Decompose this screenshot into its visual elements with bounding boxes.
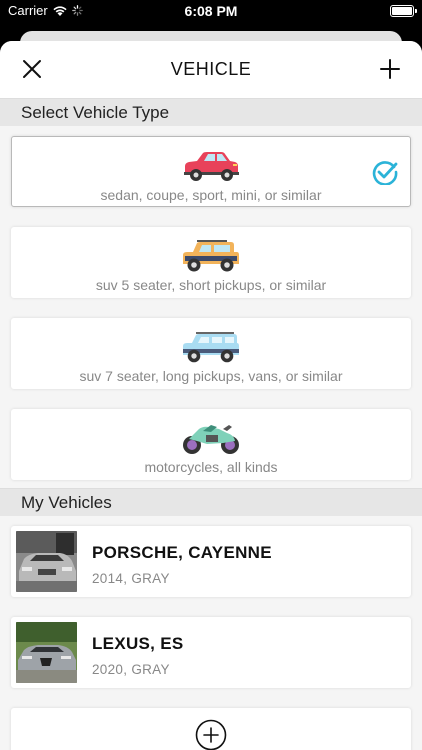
add-vehicle-button[interactable] [11,708,411,750]
page-title: VEHICLE [170,59,252,79]
battery-icon [390,5,417,17]
vehicle-type-suv-7-seater[interactable]: suv 7 seater, long pickups, vans, or sim… [11,318,411,389]
vehicle-type-list: sedan, coupe, sport, mini, or similar su… [0,126,422,480]
select-vehicle-type-header: Select Vehicle Type [0,98,422,126]
porsche-photo [16,531,77,592]
vehicle-type-label: motorcycles, all kinds [144,459,278,475]
vehicle-list-item[interactable]: PORSCHE, CAYENNE 2014, GRAY [11,526,411,597]
add-circle-icon [195,719,227,750]
vehicle-type-label: suv 7 seater, long pickups, vans, or sim… [79,368,343,384]
lexus-photo [16,622,77,683]
vehicle-name: LEXUS, ES [92,634,184,653]
suv-7-seater-icon [183,332,239,363]
checkmark-circle-icon [372,161,398,185]
sedan-icon [184,152,239,181]
vehicle-type-motorcycle[interactable]: motorcycles, all kinds [11,409,411,480]
vehicle-type-label: sedan, coupe, sport, mini, or similar [100,187,322,203]
vehicle-name: PORSCHE, CAYENNE [92,543,272,562]
vehicle-list-item[interactable]: LEXUS, ES 2020, GRAY [11,617,411,688]
status-bar: Carrier 6:08 PM [0,0,422,24]
vehicle-info: 2014, GRAY [92,571,170,586]
vehicle-type-label: suv 5 seater, short pickups, or similar [95,277,327,293]
vehicle-modal: VEHICLE Select Vehicle Type sedan, coupe… [0,41,422,750]
vehicle-info: 2020, GRAY [92,662,170,677]
plus-icon[interactable] [378,57,402,81]
vehicle-type-suv-5-seater[interactable]: suv 5 seater, short pickups, or similar [11,227,411,298]
status-time: 6:08 PM [184,3,238,19]
suv-5-seater-icon [183,240,239,272]
my-vehicles-list: PORSCHE, CAYENNE 2014, GRAY LEXUS, ES 20… [0,516,422,750]
vehicle-type-sedan[interactable]: sedan, coupe, sport, mini, or similar [11,136,411,207]
nav-bar: VEHICLE [0,41,422,98]
my-vehicles-header: My Vehicles [0,488,422,516]
motorcycle-icon [183,425,239,454]
